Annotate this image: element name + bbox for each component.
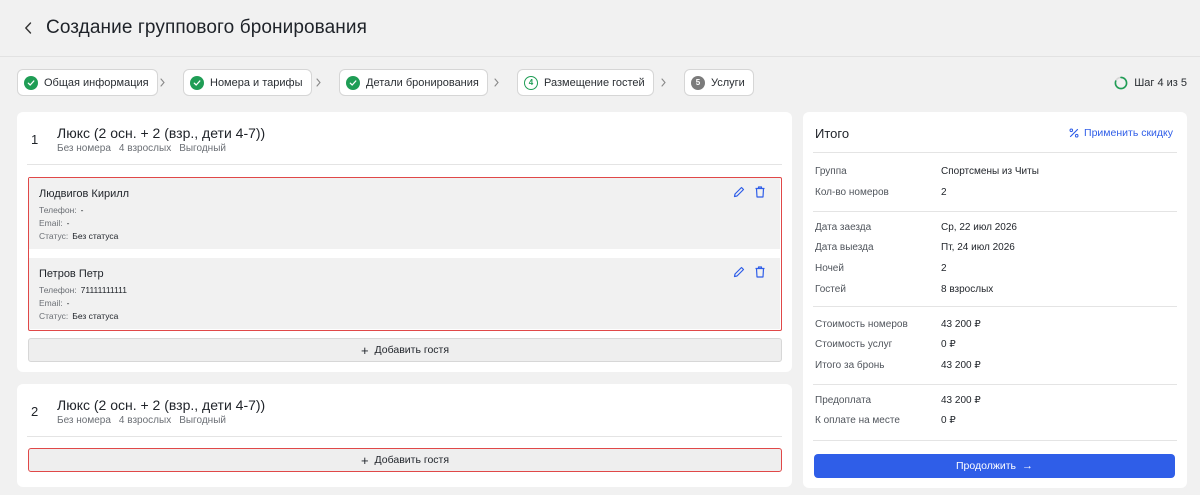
step-label: Номера и тарифы <box>210 76 303 89</box>
arrow-right-icon: → <box>1022 460 1034 472</box>
summary-row: Группа Спортсмены из Читы <box>815 166 1039 177</box>
room-name: Люкс (2 осн. + 2 (взр., дети 4-7)) <box>57 125 266 141</box>
continue-label: Продолжить <box>955 460 1017 472</box>
delete-guest-button[interactable] <box>753 265 767 279</box>
guest-status: Статус: Без статуса <box>39 231 119 241</box>
add-guest-label: Добавить гостя <box>374 344 450 356</box>
room-number-status: Без номера <box>57 415 111 426</box>
step-label: Размещение гостей <box>544 76 645 89</box>
pencil-icon <box>733 266 745 278</box>
summary-title: Итого <box>815 126 850 141</box>
summary-row: Стоимость номеров 43 200 ₽ <box>815 319 981 330</box>
add-guest-button[interactable]: + Добавить гостя <box>28 448 782 472</box>
trash-icon <box>755 186 765 198</box>
pencil-icon <box>733 186 745 198</box>
guest-name: Петров Петр <box>39 268 104 280</box>
step-label: Услуги <box>711 76 745 89</box>
summary-row: Ночей 2 <box>815 263 947 274</box>
room-meta: Без номера 4 взрослых Выгодный <box>57 143 226 154</box>
divider <box>813 211 1177 212</box>
add-guest-button[interactable]: + Добавить гостя <box>28 338 782 362</box>
step-label: Общая информация <box>44 76 149 89</box>
guest-card: Людвигов Кирилл Телефон: - Email: - Статус… <box>29 178 780 249</box>
plus-icon: + <box>360 452 369 468</box>
plus-icon: + <box>360 342 369 358</box>
percent-icon <box>1069 128 1079 138</box>
summary-row: Гостей 8 взрослых <box>815 284 994 295</box>
chevron-left-icon <box>25 22 32 34</box>
delete-guest-button[interactable] <box>753 185 767 199</box>
summary-row: Стоимость услуг 0 ₽ <box>815 339 956 350</box>
progress-ring-icon <box>1114 76 1128 89</box>
divider <box>27 164 782 165</box>
guest-card: Петров Петр Телефон: 71111111111 Email: - … <box>29 258 780 329</box>
chevron-right-icon <box>658 76 668 88</box>
continue-button[interactable]: Продолжить → <box>814 454 1175 478</box>
divider <box>813 384 1177 385</box>
check-icon <box>346 75 360 90</box>
step-number: 4 <box>524 75 538 90</box>
divider <box>27 436 782 437</box>
step-progress-label: Шаг 4 из 5 <box>1134 76 1187 89</box>
summary-row: Дата заезда Ср, 22 июл 2026 <box>815 222 1017 233</box>
step-label: Детали бронирования <box>366 76 479 89</box>
room-occupancy: 4 взрослых <box>118 415 172 426</box>
room-card: 1 Люкс (2 осн. + 2 (взр., дети 4-7)) Без… <box>17 112 792 372</box>
summary-row: Итого за бронь 43 200 ₽ <box>815 360 981 371</box>
divider <box>813 152 1177 153</box>
check-icon <box>190 75 204 90</box>
summary-row: Кол-во номеров 2 <box>815 187 947 198</box>
summary-row: Дата выезда Пт, 24 июл 2026 <box>815 242 1015 253</box>
step-general-info[interactable]: Общая информация <box>17 69 158 96</box>
guest-phone: Телефон: - <box>39 205 84 215</box>
summary-row: Предоплата 43 200 ₽ <box>815 395 981 406</box>
summary-row: К оплате на месте 0 ₽ <box>815 415 956 426</box>
edit-guest-button[interactable] <box>732 185 746 199</box>
summary-panel: Итого Применить скидку Группа Спортсмены … <box>803 112 1187 488</box>
room-meta: Без номера 4 взрослых Выгодный <box>57 415 226 426</box>
chevron-right-icon <box>157 76 167 88</box>
page-header: Создание группового бронирования <box>0 0 1200 56</box>
step-services[interactable]: 5 Услуги <box>684 69 754 96</box>
back-button[interactable] <box>18 16 38 40</box>
chevron-right-icon <box>313 76 323 88</box>
room-card: 2 Люкс (2 осн. + 2 (взр., дети 4-7)) Без… <box>17 384 792 487</box>
page-title: Создание группового бронирования <box>46 17 368 38</box>
room-name: Люкс (2 осн. + 2 (взр., дети 4-7)) <box>57 397 266 413</box>
room-number: 1 <box>31 132 39 147</box>
room-occupancy: 4 взрослых <box>118 143 172 154</box>
guest-name: Людвигов Кирилл <box>39 188 130 200</box>
divider <box>813 306 1177 307</box>
room-header: 1 Люкс (2 осн. + 2 (взр., дети 4-7)) Без… <box>17 112 792 164</box>
guest-status: Статус: Без статуса <box>39 311 119 321</box>
guest-phone: Телефон: 71111111111 <box>39 285 127 295</box>
step-guest-placement[interactable]: 4 Размещение гостей <box>517 69 654 96</box>
guest-list: Людвигов Кирилл Телефон: - Email: - Статус… <box>28 177 782 331</box>
step-progress: Шаг 4 из 5 <box>1114 69 1187 96</box>
apply-discount-link[interactable]: Применить скидку <box>1069 127 1173 139</box>
trash-icon <box>755 266 765 278</box>
header-divider <box>0 56 1200 57</box>
add-guest-label: Добавить гостя <box>374 454 450 466</box>
step-number: 5 <box>691 75 705 90</box>
stepper: Общая информация Номера и тарифы Детали … <box>17 69 1187 96</box>
room-rate: Выгодный <box>179 143 226 154</box>
room-number: 2 <box>31 404 39 419</box>
room-header: 2 Люкс (2 осн. + 2 (взр., дети 4-7)) Без… <box>17 384 792 436</box>
step-rooms-rates[interactable]: Номера и тарифы <box>183 69 312 96</box>
guest-email: Email: - <box>39 298 70 308</box>
guest-email: Email: - <box>39 218 70 228</box>
room-rate: Выгодный <box>179 415 226 426</box>
apply-discount-label: Применить скидку <box>1084 127 1173 139</box>
divider <box>813 440 1177 441</box>
step-booking-details[interactable]: Детали бронирования <box>339 69 488 96</box>
check-icon <box>24 75 38 90</box>
room-number-status: Без номера <box>57 143 111 154</box>
chevron-right-icon <box>491 76 501 88</box>
edit-guest-button[interactable] <box>732 265 746 279</box>
